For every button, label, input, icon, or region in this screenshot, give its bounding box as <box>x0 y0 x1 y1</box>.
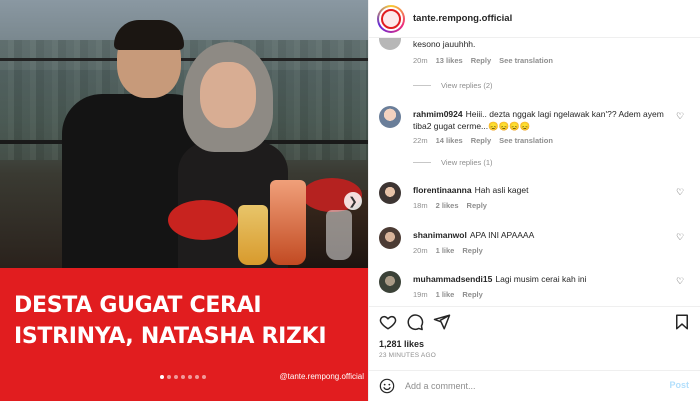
comment-icon[interactable] <box>406 313 424 331</box>
headline-line-2: ISTRINYA, NATASHA RIZKI <box>14 324 327 349</box>
carousel-dot <box>174 375 178 379</box>
comment-username[interactable]: florentinaanna <box>413 185 472 195</box>
comment-likes[interactable]: 1 like <box>436 290 455 299</box>
comment-meta: 20m 1 like Reply <box>413 246 483 255</box>
comment-time: 20m <box>413 246 428 255</box>
commenter-avatar[interactable] <box>379 38 401 50</box>
reply-button[interactable]: Reply <box>467 201 487 210</box>
view-replies-button[interactable]: View replies (1) <box>413 158 493 167</box>
comment-text: muhammadsendi15 Lagi musim cerai kah ini <box>413 274 587 284</box>
comment-meta: 18m 2 likes Reply <box>413 201 487 210</box>
carousel-dot <box>167 375 171 379</box>
comment-text: shanimanwol APA INI APAAAA <box>413 230 535 240</box>
comment-meta: 20m 13 likes Reply See translation <box>413 56 553 65</box>
comment-likes[interactable]: 13 likes <box>436 56 463 65</box>
commenter-avatar[interactable] <box>379 271 401 293</box>
see-translation-button[interactable]: See translation <box>499 136 553 145</box>
post-photo: ❯ <box>0 0 368 268</box>
heart-icon[interactable]: ♡ <box>676 188 685 197</box>
reply-button[interactable]: Reply <box>462 246 482 255</box>
comment-username[interactable]: rahmim0924 <box>413 109 463 119</box>
bookmark-icon[interactable] <box>673 313 691 331</box>
reply-button[interactable]: Reply <box>471 56 491 65</box>
comment-text: kesono jauuhhh. <box>413 39 476 49</box>
comment-time: 22m <box>413 136 428 145</box>
carousel-dots <box>160 375 206 379</box>
reply-button[interactable]: Reply <box>462 290 482 299</box>
comment-likes[interactable]: 14 likes <box>436 136 463 145</box>
post-header: tante.rempong.official <box>369 0 700 38</box>
comment-likes[interactable]: 2 likes <box>436 201 459 210</box>
comment-input[interactable] <box>405 378 655 394</box>
commenter-avatar[interactable] <box>379 106 401 128</box>
comment-text: florentinaanna Hah asli kaget <box>413 185 529 195</box>
comment-text: rahmim0924 Heiii.. dezta nggak lagi ngela… <box>413 109 664 131</box>
carousel-dot <box>195 375 199 379</box>
commenter-avatar[interactable] <box>379 182 401 204</box>
post-side-panel: tante.rempong.official kesono jauuhhh. 2… <box>368 0 700 401</box>
chevron-right-icon: ❯ <box>348 195 358 208</box>
post-headline: DESTA GUGAT CERAI ISTRINYA, NATASHA RIZK… <box>14 290 364 352</box>
comment-username[interactable]: muhammadsendi15 <box>413 274 492 284</box>
carousel-dot <box>188 375 192 379</box>
heart-icon[interactable]: ♡ <box>676 112 685 121</box>
account-avatar[interactable] <box>377 5 405 33</box>
comment-time: 20m <box>413 56 428 65</box>
post-comment-button[interactable]: Post <box>669 380 689 390</box>
post-time[interactable]: 23 MINUTES AGO <box>379 352 436 359</box>
headline-line-1: DESTA GUGAT CERAI <box>14 293 262 318</box>
likes-count[interactable]: 1,281 likes <box>379 339 424 349</box>
next-slide-button[interactable]: ❯ <box>344 192 362 210</box>
watermark: @tante.rempong.official <box>279 372 364 381</box>
comment-time: 19m <box>413 290 428 299</box>
carousel-dot <box>202 375 206 379</box>
carousel-dot <box>181 375 185 379</box>
share-icon[interactable] <box>433 313 451 331</box>
post-actions <box>369 306 700 336</box>
carousel-dot <box>160 375 164 379</box>
post-media[interactable]: ❯ DESTA GUGAT CERAI ISTRINYA, NATASHA RI… <box>0 0 368 401</box>
comment-likes[interactable]: 1 like <box>436 246 455 255</box>
heart-icon[interactable] <box>379 313 397 331</box>
account-logo-icon <box>381 9 401 29</box>
view-replies-label: View replies (2) <box>441 81 493 90</box>
comment-username[interactable]: shanimanwol <box>413 230 467 240</box>
comment-meta: 19m 1 like Reply <box>413 290 483 299</box>
see-translation-button[interactable]: See translation <box>499 56 553 65</box>
view-replies-label: View replies (1) <box>441 158 493 167</box>
view-replies-button[interactable]: View replies (2) <box>413 81 493 90</box>
comment-time: 18m <box>413 201 428 210</box>
headline-banner: DESTA GUGAT CERAI ISTRINYA, NATASHA RIZK… <box>0 268 368 401</box>
heart-icon[interactable]: ♡ <box>676 277 685 286</box>
account-name[interactable]: tante.rempong.official <box>413 13 512 24</box>
commenter-avatar[interactable] <box>379 227 401 249</box>
comment-composer: Post <box>369 370 700 401</box>
heart-icon[interactable]: ♡ <box>676 233 685 242</box>
reply-button[interactable]: Reply <box>471 136 491 145</box>
emoji-icon[interactable] <box>379 378 395 394</box>
comments-list[interactable]: kesono jauuhhh. 20m 13 likes Reply See t… <box>369 38 700 306</box>
comment-meta: 22m 14 likes Reply See translation <box>413 136 553 145</box>
